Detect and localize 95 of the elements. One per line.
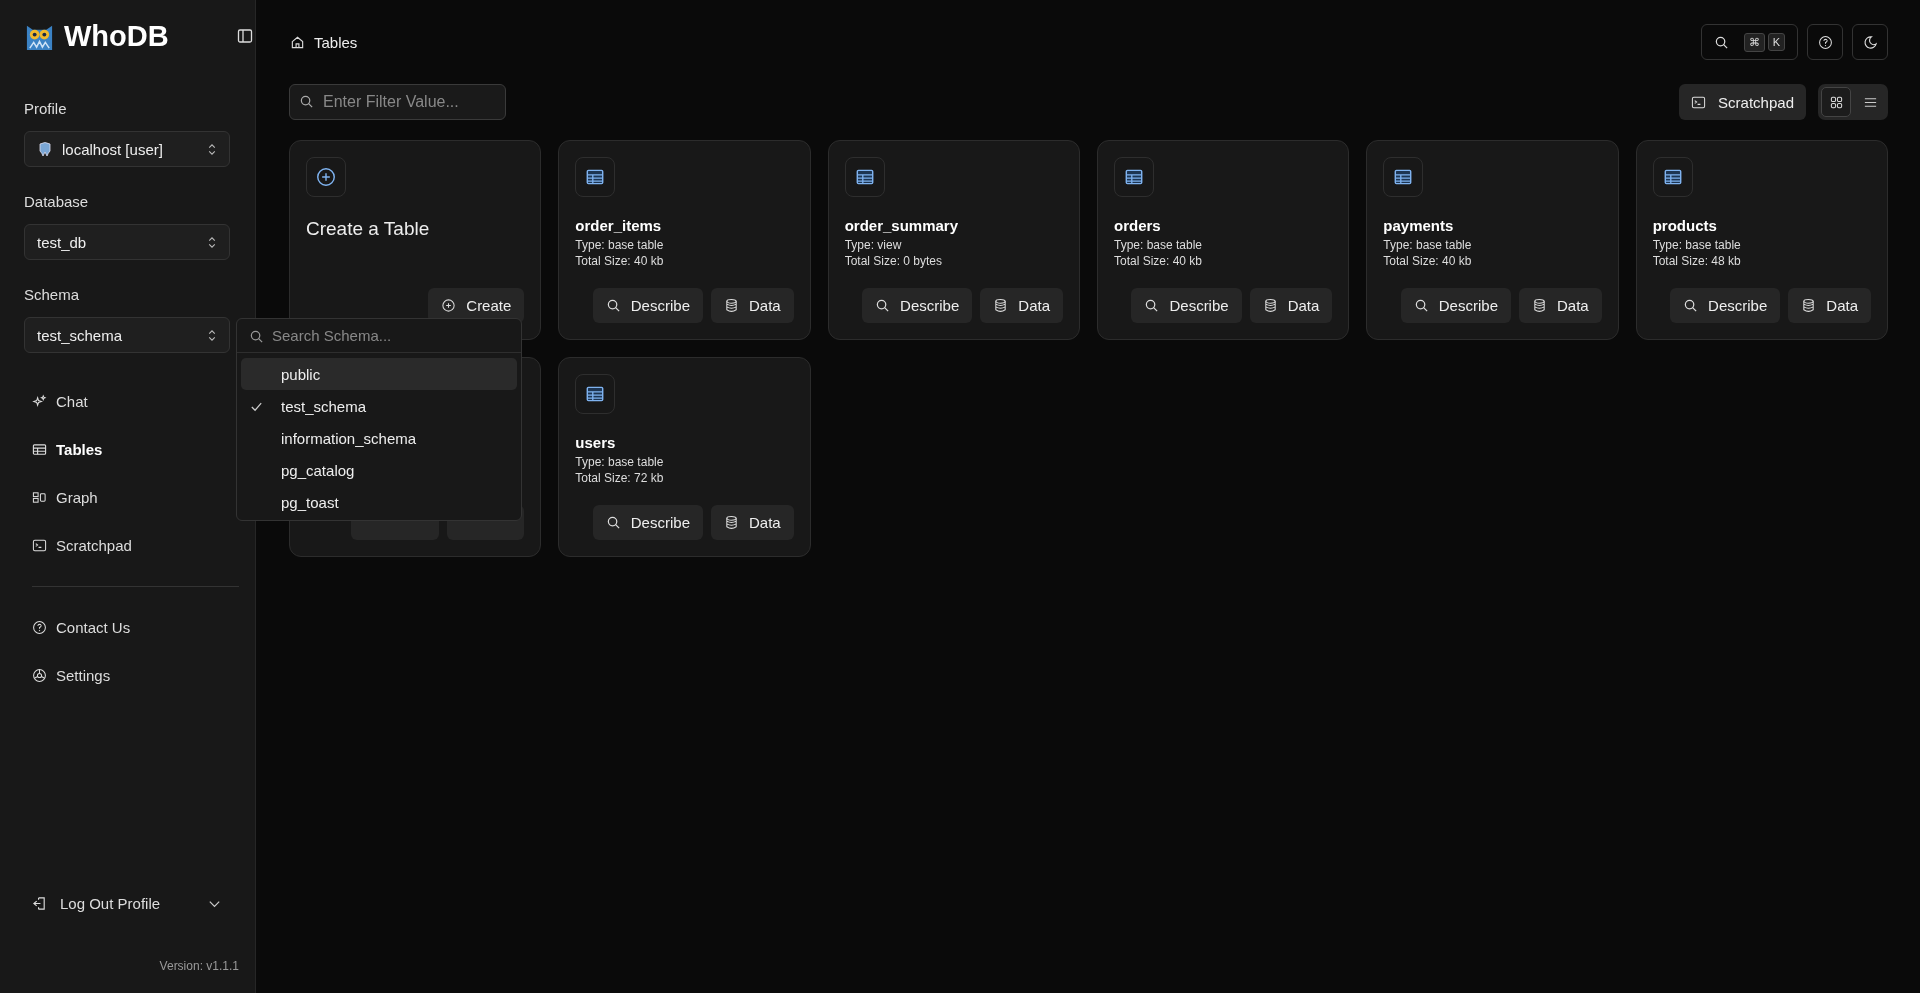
describe-button[interactable]: Describe bbox=[1131, 288, 1242, 323]
describe-button[interactable]: Describe bbox=[592, 288, 703, 323]
search-icon bbox=[1144, 298, 1160, 313]
table-name: payments bbox=[1383, 217, 1455, 234]
field-label: Profile bbox=[24, 100, 68, 117]
table-icon bbox=[32, 441, 47, 457]
chevron-up-down-icon bbox=[207, 328, 217, 342]
describe-button[interactable]: Describe bbox=[1400, 288, 1511, 323]
app-name: WhoDB bbox=[64, 19, 169, 53]
chevron-up-down-icon bbox=[207, 235, 217, 249]
shortcut-key: ⌘ bbox=[1743, 32, 1765, 52]
schema-option[interactable]: public bbox=[241, 358, 517, 390]
schema-search-field[interactable]: Search Schema... bbox=[237, 319, 521, 353]
data-button[interactable]: Data bbox=[710, 288, 794, 323]
sparkles-icon bbox=[32, 393, 47, 409]
nav-item[interactable]: Graph bbox=[24, 473, 231, 521]
scratchpad-button[interactable]: Scratchpad bbox=[1679, 84, 1806, 120]
schema-option[interactable]: pg_toast bbox=[241, 486, 517, 518]
schema-option[interactable]: pg_catalog bbox=[241, 454, 517, 486]
home-icon bbox=[290, 34, 305, 50]
version-label: Version: v1.1.1 bbox=[159, 959, 239, 973]
table-size: Total Size: 72 kb bbox=[575, 471, 665, 485]
database-icon bbox=[1531, 298, 1547, 313]
plus-circle-icon bbox=[315, 166, 337, 188]
data-button[interactable]: Data bbox=[1788, 288, 1871, 323]
card-title: Create a Table bbox=[306, 218, 431, 240]
search-icon bbox=[1713, 34, 1729, 50]
table-size: Total Size: 0 bytes bbox=[844, 254, 944, 268]
field-label: Schema bbox=[24, 286, 81, 303]
describe-button[interactable]: Describe bbox=[592, 505, 703, 540]
terminal-icon bbox=[1691, 94, 1707, 110]
table-size: Total Size: 40 kb bbox=[1383, 254, 1473, 268]
search-icon bbox=[1413, 298, 1429, 313]
search-icon bbox=[1683, 298, 1699, 313]
database-icon bbox=[723, 515, 739, 530]
table-name: order_summary bbox=[844, 217, 960, 234]
command-search-button[interactable]: ⌘ K bbox=[1700, 24, 1798, 60]
search-icon bbox=[875, 298, 891, 313]
describe-button[interactable]: Describe bbox=[862, 288, 973, 323]
select-field[interactable]: localhost [user] bbox=[24, 131, 230, 167]
table-type: Type: view bbox=[844, 238, 903, 252]
nav-item[interactable]: Chat bbox=[24, 377, 231, 425]
data-button[interactable]: Data bbox=[710, 505, 794, 540]
table-type: Type: base table bbox=[1652, 238, 1742, 252]
settings-icon bbox=[32, 667, 47, 683]
search-icon bbox=[249, 329, 264, 344]
nav-item[interactable]: Settings bbox=[24, 651, 231, 699]
nav-item[interactable]: Scratchpad bbox=[24, 521, 231, 569]
sidebar-toggle-icon[interactable] bbox=[237, 28, 253, 44]
search-icon bbox=[605, 298, 621, 313]
search-icon bbox=[299, 94, 314, 109]
database-icon bbox=[1262, 298, 1278, 313]
table-size: Total Size: 48 kb bbox=[1652, 254, 1742, 268]
breadcrumb[interactable]: Tables bbox=[289, 33, 358, 51]
table-name: orders bbox=[1114, 217, 1162, 234]
graph-icon bbox=[32, 489, 47, 505]
table-type: Type: base table bbox=[575, 238, 665, 252]
schema-option[interactable]: information_schema bbox=[241, 422, 517, 454]
data-button[interactable]: Data bbox=[980, 288, 1063, 323]
help-icon bbox=[1817, 34, 1833, 50]
help-button[interactable] bbox=[1807, 24, 1843, 60]
table-name: users bbox=[575, 434, 617, 451]
help-icon bbox=[32, 619, 47, 635]
logout-button[interactable]: Log Out Profile bbox=[24, 883, 222, 923]
table-name: products bbox=[1652, 217, 1718, 234]
nav-item[interactable]: Tables bbox=[24, 425, 231, 473]
search-icon bbox=[605, 515, 621, 530]
grid-icon bbox=[1828, 94, 1844, 110]
terminal-icon bbox=[32, 537, 47, 553]
table-size: Total Size: 40 kb bbox=[1114, 254, 1204, 268]
select-field[interactable]: test_schema bbox=[24, 317, 230, 353]
schema-option[interactable]: test_schema bbox=[241, 390, 517, 422]
describe-button[interactable]: Describe bbox=[1670, 288, 1781, 323]
table-type: Type: base table bbox=[575, 455, 665, 469]
database-icon bbox=[1801, 298, 1817, 313]
table-name: order_items bbox=[575, 217, 663, 234]
grid-view-toggle[interactable] bbox=[1821, 87, 1851, 117]
filter-field[interactable]: Enter Filter Value... bbox=[289, 84, 506, 120]
select-field[interactable]: test_db bbox=[24, 224, 230, 260]
database-icon bbox=[723, 298, 739, 313]
data-button[interactable]: Data bbox=[1518, 288, 1602, 323]
plus-circle-icon bbox=[441, 298, 457, 313]
table-size: Total Size: 40 kb bbox=[575, 254, 665, 268]
moon-icon bbox=[1862, 34, 1878, 50]
data-button[interactable]: Data bbox=[1249, 288, 1333, 323]
shortcut-key: K bbox=[1767, 33, 1785, 51]
table-type: Type: base table bbox=[1114, 238, 1204, 252]
theme-toggle-button[interactable] bbox=[1852, 24, 1888, 60]
elephant-icon bbox=[37, 141, 53, 157]
chevron-up-down-icon bbox=[207, 142, 217, 156]
logout-icon bbox=[32, 895, 47, 911]
field-label: Database bbox=[24, 193, 90, 210]
nav-item[interactable]: Contact Us bbox=[24, 603, 231, 651]
table-type: Type: base table bbox=[1383, 238, 1473, 252]
database-icon bbox=[993, 298, 1009, 313]
